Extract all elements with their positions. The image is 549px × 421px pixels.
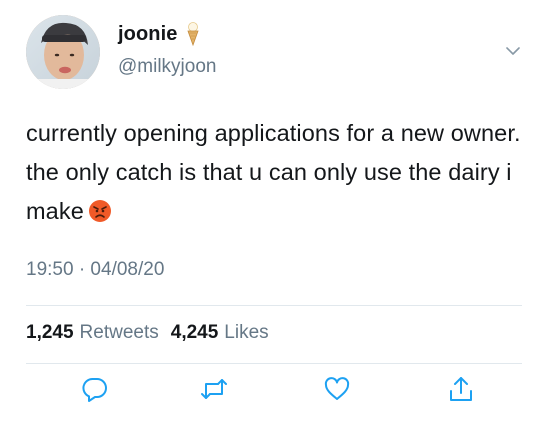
retweets-count: 1,245 bbox=[26, 322, 74, 343]
like-button[interactable] bbox=[322, 374, 352, 404]
display-name[interactable]: joonie bbox=[118, 23, 178, 46]
tweet-card: joonie @milkyjoon currently opening appl… bbox=[0, 0, 549, 421]
likes-stat[interactable]: 4,245 Likes bbox=[171, 322, 269, 344]
divider bbox=[26, 363, 522, 364]
reply-button[interactable] bbox=[80, 374, 110, 404]
tweet-text: currently opening applications for a new… bbox=[26, 114, 531, 231]
chevron-down-icon[interactable] bbox=[504, 42, 522, 60]
retweets-label: Retweets bbox=[79, 322, 159, 343]
retweets-stat[interactable]: 1,245 Retweets bbox=[26, 322, 159, 344]
likes-label: Likes bbox=[224, 322, 269, 343]
engagement-stats: 1,245 Retweets 4,245 Likes bbox=[26, 322, 281, 344]
avatar[interactable] bbox=[26, 15, 100, 89]
share-button[interactable] bbox=[446, 374, 476, 404]
author-name-row: joonie bbox=[118, 22, 201, 47]
ice-cream-icon bbox=[185, 22, 201, 47]
divider bbox=[26, 305, 522, 306]
action-bar bbox=[0, 374, 549, 408]
retweet-icon bbox=[201, 379, 227, 399]
timestamp[interactable]: 19:50 · 04/08/20 bbox=[26, 259, 164, 281]
like-icon bbox=[324, 377, 350, 400]
reply-icon bbox=[82, 378, 107, 402]
likes-count: 4,245 bbox=[170, 322, 219, 343]
avatar-photo bbox=[26, 15, 100, 89]
angry-face-icon bbox=[88, 196, 112, 222]
retweet-button[interactable] bbox=[199, 374, 229, 404]
share-icon bbox=[450, 377, 472, 401]
author-handle[interactable]: @milkyjoon bbox=[118, 56, 216, 78]
